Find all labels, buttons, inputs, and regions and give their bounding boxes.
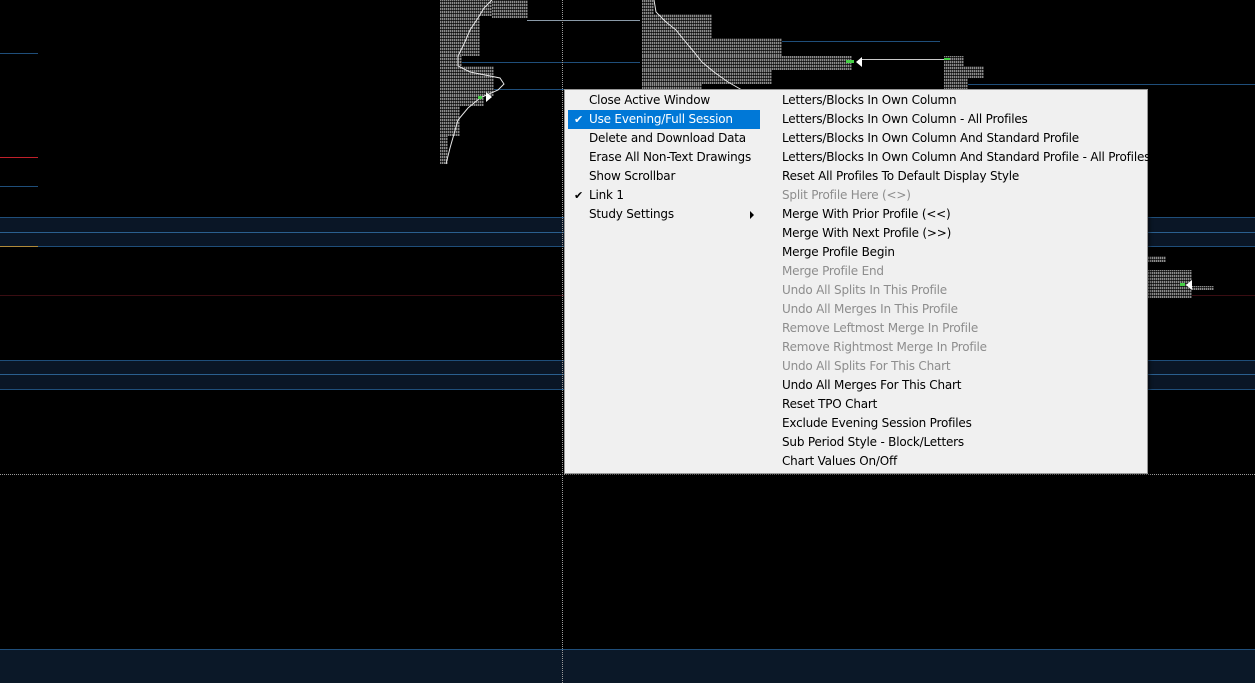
menu-item-merge-profile-begin[interactable]: Merge Profile Begin bbox=[565, 243, 1145, 262]
menu-item-undo-all-splits-for-chart: Undo All Splits For This Chart bbox=[782, 359, 951, 373]
menu-item-undo-all-merges-for-chart[interactable]: Undo All Merges For This Chart bbox=[565, 376, 1145, 395]
crosshair-horizontal bbox=[0, 474, 1255, 475]
menu-item-sub-period-style[interactable]: Sub Period Style - Block/Letters bbox=[565, 433, 1145, 452]
volume-profile-curve bbox=[445, 0, 505, 165]
level-line bbox=[0, 246, 38, 247]
level-line bbox=[0, 649, 1255, 650]
menu-item-letters-blocks-own-column-standard-profile[interactable]: Letters/Blocks In Own Column And Standar… bbox=[565, 129, 1145, 148]
context-menu: Close Active Window ✔ Use Evening/Full S… bbox=[564, 89, 1150, 474]
menu-item-reset-all-profiles[interactable]: Reset All Profiles To Default Display St… bbox=[565, 167, 1145, 186]
level-line bbox=[0, 53, 38, 54]
poc-marker bbox=[1180, 280, 1192, 290]
menu-item-letters-blocks-own-column-all-profiles[interactable]: Letters/Blocks In Own Column - All Profi… bbox=[565, 110, 1145, 129]
menu-item-split-profile-here: Split Profile Here (<>) bbox=[782, 188, 911, 202]
menu-item-merge-with-next-profile[interactable]: Merge With Next Profile (>>) bbox=[565, 224, 1145, 243]
tpo-profile bbox=[1148, 256, 1218, 300]
tpo-profile bbox=[440, 0, 530, 170]
bottom-band bbox=[0, 649, 1255, 683]
volume-profile-curve bbox=[653, 0, 862, 91]
menu-item-letters-blocks-own-column[interactable]: Letters/Blocks In Own Column bbox=[565, 91, 1145, 110]
menu-item-remove-leftmost-merge: Remove Leftmost Merge In Profile bbox=[782, 321, 979, 335]
tpo-profile bbox=[944, 56, 990, 90]
menu-item-reset-tpo-chart[interactable]: Reset TPO Chart bbox=[565, 395, 1145, 414]
menu-right-column: Letters/Blocks In Own Column Letters/Blo… bbox=[565, 91, 1150, 471]
menu-item-merge-with-prior-profile[interactable]: Merge With Prior Profile (<<) bbox=[565, 205, 1145, 224]
level-line bbox=[527, 20, 640, 21]
tpo-profile bbox=[642, 0, 942, 92]
crosshair-vertical bbox=[562, 0, 563, 683]
menu-item-undo-all-splits-in-profile: Undo All Splits In This Profile bbox=[782, 283, 947, 297]
menu-item-exclude-evening-session-profiles[interactable]: Exclude Evening Session Profiles bbox=[565, 414, 1145, 433]
menu-item-letters-blocks-own-column-standard-profile-all[interactable]: Letters/Blocks In Own Column And Standar… bbox=[565, 148, 1150, 167]
level-line bbox=[0, 186, 38, 187]
menu-item-chart-values-on-off[interactable]: Chart Values On/Off bbox=[565, 452, 1145, 471]
level-line bbox=[950, 84, 1255, 85]
menu-item-merge-profile-end: Merge Profile End bbox=[782, 264, 884, 278]
menu-item-remove-rightmost-merge: Remove Rightmost Merge In Profile bbox=[782, 340, 987, 354]
menu-item-undo-all-merges-in-profile: Undo All Merges In This Profile bbox=[782, 302, 958, 316]
level-line bbox=[0, 157, 38, 158]
